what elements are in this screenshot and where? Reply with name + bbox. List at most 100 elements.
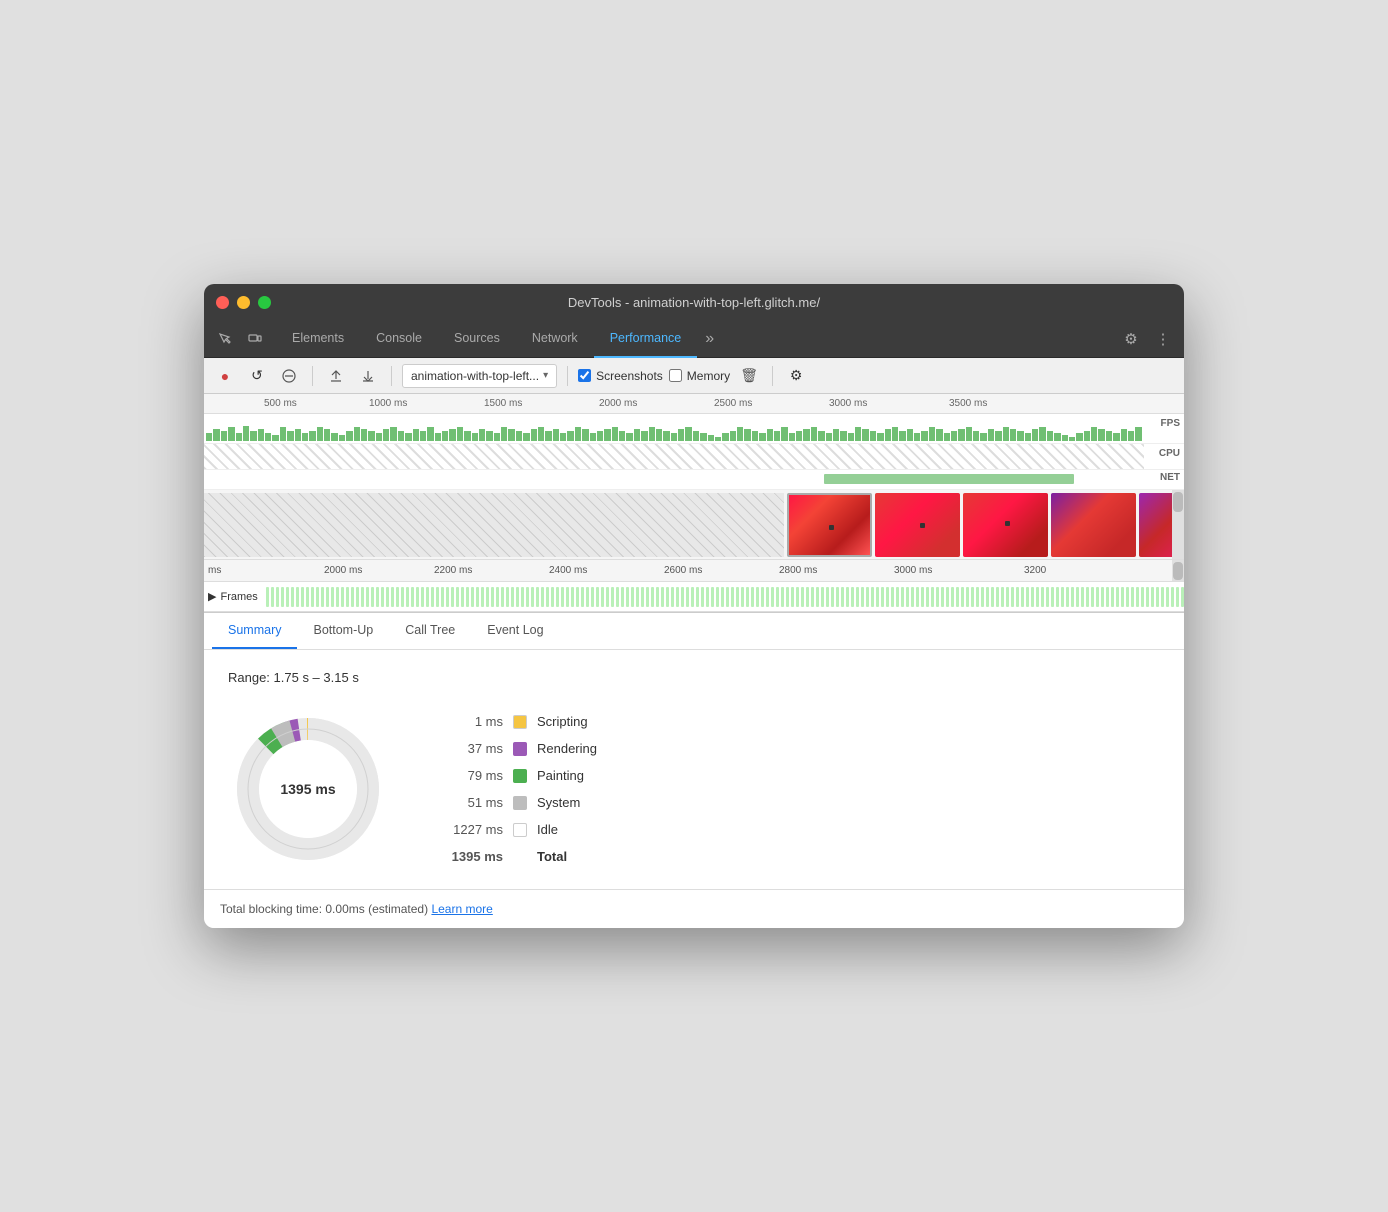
frame-bar: [806, 587, 809, 607]
frame-bar: [756, 587, 759, 607]
fps-bar: [376, 433, 382, 441]
timeline-ruler-top: 500 ms 1000 ms 1500 ms 2000 ms 2500 ms 3…: [204, 394, 1184, 414]
fps-bar: [1135, 427, 1141, 441]
devtools-window: DevTools - animation-with-top-left.glitc…: [204, 284, 1184, 928]
frame-bar: [431, 587, 434, 607]
fps-bar: [1039, 427, 1045, 441]
fps-bar: [398, 431, 404, 441]
device-toolbar-icon-button[interactable]: [242, 326, 268, 352]
frame-bar: [936, 587, 939, 607]
tab-event-log[interactable]: Event Log: [471, 613, 559, 649]
frame-bar: [456, 587, 459, 607]
tab-elements[interactable]: Elements: [276, 320, 360, 358]
more-options-icon-button[interactable]: ⋮: [1150, 326, 1176, 352]
screenshots-label: Screenshots: [596, 369, 663, 383]
download-button[interactable]: [355, 363, 381, 389]
frame-bar: [1166, 587, 1169, 607]
fps-bar: [309, 431, 315, 441]
frame-bar: [961, 587, 964, 607]
frame-bar: [996, 587, 999, 607]
frame-bar: [381, 587, 384, 607]
upload-button[interactable]: [323, 363, 349, 389]
tab-network[interactable]: Network: [516, 320, 594, 358]
frame-bar: [636, 587, 639, 607]
fps-bar: [346, 431, 352, 441]
fps-bar: [339, 435, 345, 441]
record-button[interactable]: ●: [212, 363, 238, 389]
capture-settings-button[interactable]: ⚙: [783, 363, 809, 389]
frame-bar: [341, 587, 344, 607]
fps-bars: [204, 414, 1144, 443]
fps-bar: [1091, 427, 1097, 441]
frame-bar: [946, 587, 949, 607]
screenshots-checkbox[interactable]: [578, 369, 591, 382]
fps-bar: [752, 431, 758, 441]
frame-bar: [601, 587, 604, 607]
idle-value: 1227 ms: [448, 822, 503, 837]
frame-bar: [1096, 587, 1099, 607]
bottom-tick-2200: 2200 ms: [434, 565, 472, 576]
screenshot-thumb-2[interactable]: [875, 493, 960, 557]
fps-bar: [818, 431, 824, 441]
timeline-scrollbar[interactable]: [1172, 490, 1184, 559]
frame-bar: [506, 587, 509, 607]
maximize-button[interactable]: [258, 296, 271, 309]
frame-bar: [831, 587, 834, 607]
frame-bar: [421, 587, 424, 607]
close-button[interactable]: [216, 296, 229, 309]
more-tabs-button[interactable]: »: [697, 320, 722, 358]
frame-bar: [741, 587, 744, 607]
frame-bar: [416, 587, 419, 607]
fps-bar: [966, 427, 972, 441]
screenshot-thumb-4[interactable]: [1051, 493, 1136, 557]
frame-bar: [611, 587, 614, 607]
frame-bar: [1021, 587, 1024, 607]
tab-console[interactable]: Console: [360, 320, 438, 358]
minimize-button[interactable]: [237, 296, 250, 309]
frame-bar: [291, 587, 294, 607]
scripting-label: Scripting: [537, 714, 588, 729]
frame-bar: [871, 587, 874, 607]
frame-bar: [916, 587, 919, 607]
tab-summary[interactable]: Summary: [212, 613, 297, 649]
fps-bar: [383, 429, 389, 441]
fps-bar: [1076, 433, 1082, 441]
fps-bar: [361, 429, 367, 441]
tab-performance[interactable]: Performance: [594, 320, 698, 358]
performance-toolbar: ● ↺ animation-with-top-left...: [204, 358, 1184, 394]
clear-button[interactable]: [276, 363, 302, 389]
frame-bar: [471, 587, 474, 607]
screenshot-thumb-1[interactable]: [787, 493, 872, 557]
frame-bar: [726, 587, 729, 607]
fps-bar: [457, 427, 463, 441]
memory-checkbox[interactable]: [669, 369, 682, 382]
tab-call-tree[interactable]: Call Tree: [389, 613, 471, 649]
inspect-icon-button[interactable]: [212, 326, 238, 352]
frame-bar: [411, 587, 414, 607]
screenshot-thumb-3[interactable]: [963, 493, 1048, 557]
frames-toggle[interactable]: ▶ Frames: [208, 590, 258, 603]
screenshots-row: [204, 490, 1184, 560]
frame-bar: [1131, 587, 1134, 607]
reload-button[interactable]: ↺: [244, 363, 270, 389]
fps-bar: [730, 431, 736, 441]
clear-recordings-button[interactable]: 🗑: [736, 363, 762, 389]
bottom-ruler-scrollbar[interactable]: [1172, 560, 1184, 581]
frame-bar: [1001, 587, 1004, 607]
idle-swatch: [513, 823, 527, 837]
frame-bar: [761, 587, 764, 607]
learn-more-link[interactable]: Learn more: [431, 902, 492, 916]
fps-bar: [302, 433, 308, 441]
thumb-dot: [1005, 521, 1010, 526]
tab-sources[interactable]: Sources: [438, 320, 516, 358]
url-dropdown[interactable]: animation-with-top-left... ▾: [402, 364, 557, 388]
settings-gear-icon-button[interactable]: ⚙: [1118, 326, 1144, 352]
fps-bar: [1121, 429, 1127, 441]
fps-bar: [523, 433, 529, 441]
system-label: System: [537, 795, 580, 810]
frame-bar: [401, 587, 404, 607]
cpu-row: CPU: [204, 444, 1184, 470]
tab-bottom-up[interactable]: Bottom-Up: [297, 613, 389, 649]
frame-bar: [461, 587, 464, 607]
fps-bar: [531, 429, 537, 441]
